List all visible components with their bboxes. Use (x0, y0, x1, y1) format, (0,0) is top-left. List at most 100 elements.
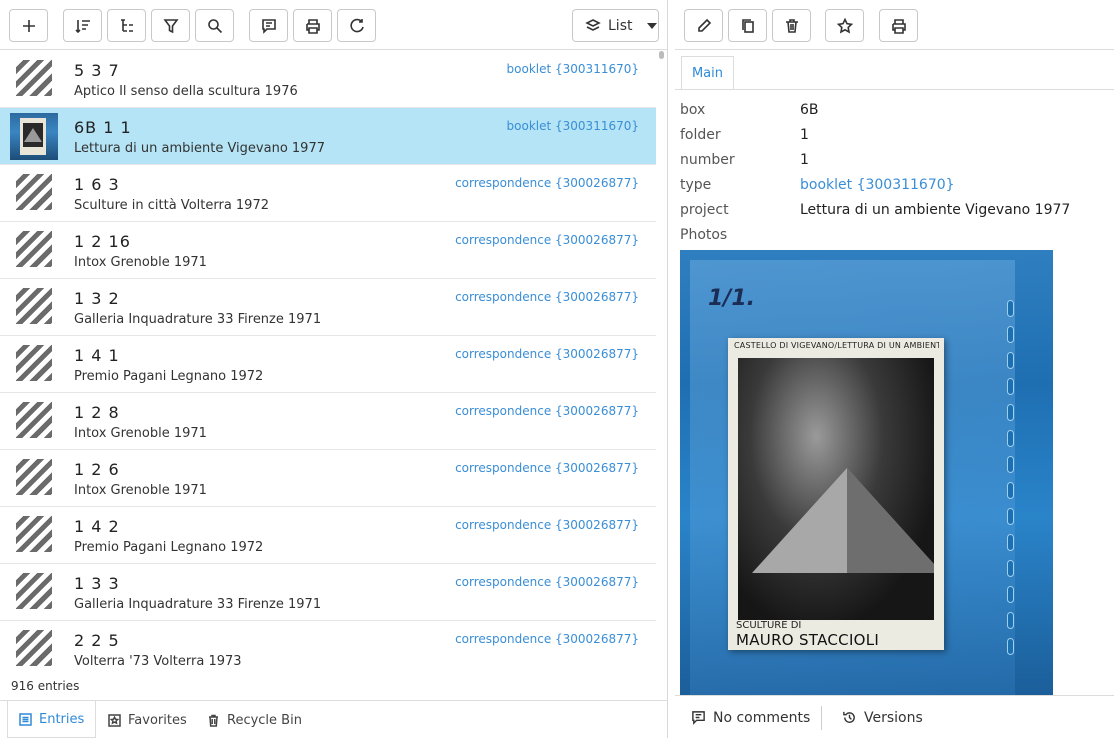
entry-title: 1 3 2 (74, 289, 120, 308)
tree-icon (120, 18, 133, 32)
copy-button[interactable] (728, 9, 767, 42)
layers-icon (585, 18, 601, 31)
entry-subtitle: Volterra '73 Volterra 1973 (74, 654, 242, 669)
list-item[interactable]: 1 2 6 Intox Grenoble 1971 correspondence {… (0, 450, 656, 507)
entry-title: 2 2 5 (74, 631, 120, 650)
list-item[interactable]: 1 4 1 Premio Pagani Legnano 1972 correspon… (0, 336, 656, 393)
print-icon (305, 18, 320, 34)
list-toolbar: List (0, 0, 667, 50)
tab-favorites[interactable]: Favorites (108, 701, 187, 738)
entry-type-link[interactable]: correspondence {300026877} (455, 290, 639, 304)
footer-divider (821, 706, 822, 730)
refresh-icon (349, 18, 364, 32)
list-item[interactable]: 1 3 3 Galleria Inquadrature 33 Firenze 19… (0, 564, 656, 621)
list-item[interactable]: 1 6 3 Sculture in città Volterra 1972 corr… (0, 165, 656, 222)
entry-title: 6B 1 1 (74, 118, 132, 137)
add-button[interactable] (9, 9, 48, 42)
comment-button[interactable] (249, 9, 288, 42)
list-scrollbar[interactable] (657, 51, 667, 671)
booklet-line1: SCULTURE DI (736, 620, 802, 631)
placeholder-thumbnail (16, 231, 52, 267)
entry-type-link[interactable]: booklet {300311670} (507, 119, 639, 133)
entry-type-link[interactable]: correspondence {300026877} (455, 176, 639, 190)
scrollbar-thumb[interactable] (659, 51, 664, 59)
history-icon (843, 711, 855, 723)
entry-subtitle: Galleria Inquadrature 33 Firenze 1971 (74, 312, 322, 327)
entry-type-link[interactable]: correspondence {300026877} (455, 461, 639, 475)
pencil-icon (697, 18, 711, 32)
tab-favorites-label: Favorites (128, 712, 187, 728)
entry-title: 1 3 3 (74, 574, 120, 593)
star-box-icon (108, 713, 121, 727)
placeholder-thumbnail (16, 459, 52, 495)
detail-pane: Main box 6B folder 1 number 1 type bookl… (675, 0, 1114, 738)
tab-recycle-bin[interactable]: Recycle Bin (207, 701, 302, 738)
entry-subtitle: Sculture in città Volterra 1972 (74, 198, 269, 213)
refresh-button[interactable] (337, 9, 376, 42)
handwritten-label: 1/1. (708, 286, 756, 311)
entry-subtitle: Premio Pagani Legnano 1972 (74, 369, 264, 384)
entry-title: 5 3 7 (74, 61, 120, 80)
delete-button[interactable] (772, 9, 811, 42)
placeholder-thumbnail (16, 288, 52, 324)
placeholder-thumbnail (16, 402, 52, 438)
list-item[interactable]: 1 2 16 Intox Grenoble 1971 correspondence … (0, 222, 656, 279)
list-item[interactable]: 1 4 2 Premio Pagani Legnano 1972 correspon… (0, 507, 656, 564)
print-detail-button[interactable] (879, 9, 918, 42)
entry-type-link[interactable]: correspondence {300026877} (455, 575, 639, 589)
field-value-folder: 1 (800, 127, 809, 143)
search-icon (207, 18, 222, 33)
tab-entries[interactable]: Entries (7, 701, 97, 738)
entry-title: 1 2 8 (74, 403, 120, 422)
detail-toolbar (675, 0, 1114, 50)
entry-type-link[interactable]: correspondence {300026877} (455, 347, 639, 361)
versions-button[interactable]: Versions (842, 696, 923, 738)
versions-label: Versions (864, 709, 923, 726)
trash-icon (785, 18, 798, 33)
list-item[interactable]: 2 2 5 Volterra '73 Volterra 1973 correspon… (0, 621, 656, 671)
entry-photo[interactable]: 1/1. CASTELLO DI VIGEVANO/LETTURA DI UN … (680, 250, 1053, 695)
entry-title: 1 2 6 (74, 460, 120, 479)
sleeve-holes (1005, 300, 1017, 680)
comments-label: No comments (713, 709, 811, 726)
entry-list: 5 3 7 Aptico Il senso della scultura 1976… (0, 51, 656, 671)
entry-count: 916 entries (11, 679, 80, 693)
entry-type-link[interactable]: correspondence {300026877} (455, 404, 639, 418)
edit-button[interactable] (684, 9, 723, 42)
filter-icon (162, 18, 179, 33)
entry-subtitle: Intox Grenoble 1971 (74, 255, 207, 270)
booklet-image (738, 358, 934, 620)
tab-main[interactable]: Main (681, 56, 734, 89)
entries-pane: List 5 3 7 Aptico Il senso della scultura… (0, 0, 668, 738)
favorite-button[interactable] (825, 9, 864, 42)
list-item[interactable]: 1 3 2 Galleria Inquadrature 33 Firenze 19… (0, 279, 656, 336)
tab-recycle-bin-label: Recycle Bin (227, 712, 302, 728)
entry-type-link[interactable]: correspondence {300026877} (455, 518, 639, 532)
tree-button[interactable] (107, 9, 146, 42)
field-value-box: 6B (800, 102, 819, 118)
placeholder-thumbnail (16, 174, 52, 210)
view-mode-select[interactable]: List (572, 9, 659, 42)
view-mode-label: List (608, 17, 633, 34)
entry-subtitle: Lettura di un ambiente Vigevano 1977 (74, 141, 325, 156)
entry-subtitle: Aptico Il senso della scultura 1976 (74, 84, 298, 99)
list-item[interactable]: 1 2 8 Intox Grenoble 1971 correspondence {… (0, 393, 656, 450)
entry-type-link[interactable]: booklet {300311670} (507, 62, 639, 76)
photos-label: Photos (680, 227, 728, 243)
field-label-project: project (680, 202, 729, 218)
tab-divider (675, 89, 1114, 90)
entry-title: 1 4 1 (74, 346, 120, 365)
sort-button[interactable] (63, 9, 102, 42)
print-icon (891, 18, 906, 34)
copy-icon (741, 18, 754, 33)
print-button[interactable] (293, 9, 332, 42)
list-item[interactable]: 6B 1 1 Lettura di un ambiente Vigevano 19… (0, 108, 656, 165)
search-button[interactable] (195, 9, 234, 42)
entry-type-link[interactable]: correspondence {300026877} (455, 233, 639, 247)
star-icon (836, 17, 853, 34)
list-item[interactable]: 5 3 7 Aptico Il senso della scultura 1976… (0, 51, 656, 108)
entry-type-link[interactable]: correspondence {300026877} (455, 632, 639, 646)
filter-button[interactable] (151, 9, 190, 42)
comments-button[interactable]: No comments (691, 696, 810, 738)
field-value-type-link[interactable]: booklet {300311670} (800, 177, 955, 193)
